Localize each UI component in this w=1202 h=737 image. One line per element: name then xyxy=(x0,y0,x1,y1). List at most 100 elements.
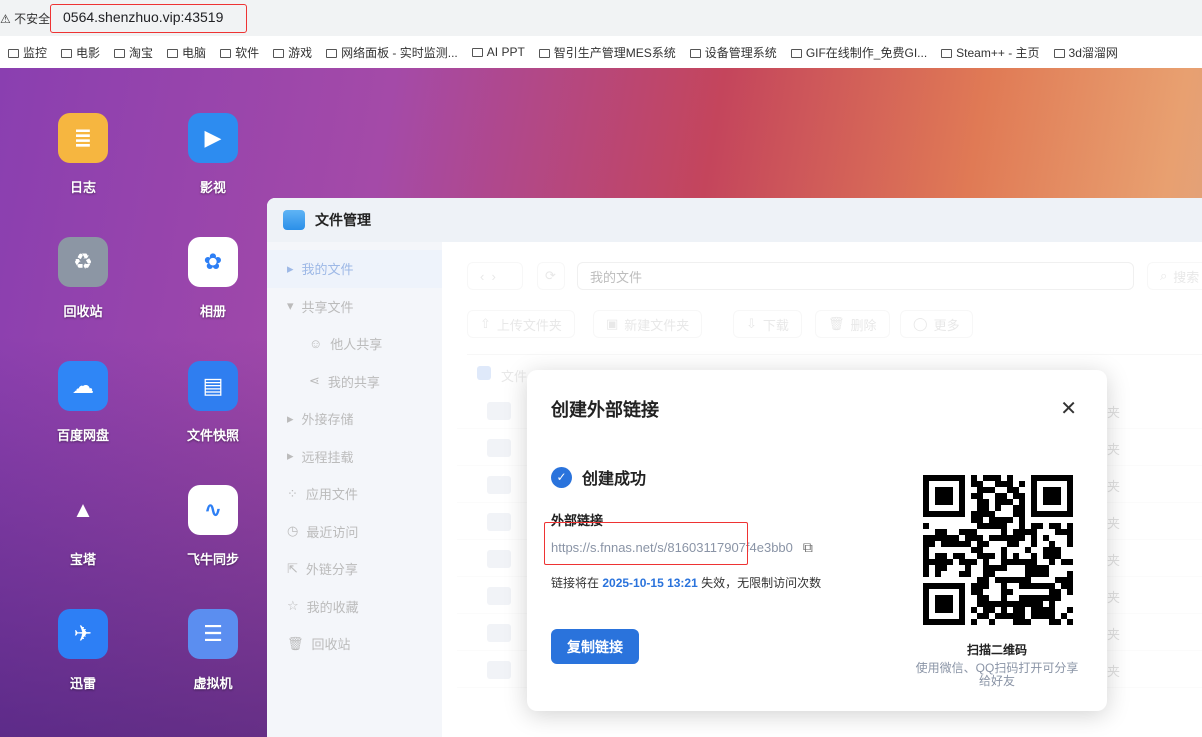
sidebar-label: 应用文件 xyxy=(305,487,358,503)
desktop-app[interactable]: ≣ 日志 xyxy=(43,113,123,196)
app-icon: ▲ xyxy=(72,497,94,522)
folder-icon xyxy=(8,48,19,58)
sidebar-item[interactable]: ▸ 我的文件 xyxy=(267,250,442,288)
folder-icon xyxy=(114,48,126,58)
app-label: 迅雷 xyxy=(69,676,96,691)
desktop-app[interactable]: ▶ 影视 xyxy=(173,113,253,196)
site-icon xyxy=(538,48,550,58)
bookmark-item[interactable]: 监控 xyxy=(8,44,47,61)
bookmark-label: 游戏 xyxy=(288,45,313,60)
site-icon xyxy=(689,48,701,58)
app-icon: ≣ xyxy=(58,113,108,163)
sidebar-item[interactable]: ▸ 远程挂载 xyxy=(267,438,442,476)
bookmark-item[interactable]: Steam++ - 主页 xyxy=(941,44,1040,61)
sidebar-label: 我的共享 xyxy=(327,374,380,390)
sidebar-icon: ⁘ xyxy=(287,485,298,501)
copy-icon[interactable]: ⧉ xyxy=(803,539,813,556)
desktop-app[interactable]: ☰ 虚拟机 xyxy=(173,609,253,692)
sidebar-label: 回收站 xyxy=(311,637,351,653)
desktop-app[interactable]: ☁ 百度网盘 xyxy=(43,361,123,444)
bookmark-item[interactable]: AI PPT xyxy=(471,45,525,59)
sidebar-label: 我的收藏 xyxy=(306,599,359,615)
bookmark-item[interactable]: 电脑 xyxy=(167,44,206,61)
bookmark-item[interactable]: 设备管理系统 xyxy=(689,44,777,61)
sidebar-icon: ⋖ xyxy=(309,373,320,389)
check-circle-icon: ✓ xyxy=(551,466,572,488)
insecure-indicator[interactable]: ⚠ 不安全 xyxy=(0,10,50,27)
app-icon: ☁ xyxy=(58,361,108,411)
app-label: 文件快照 xyxy=(186,428,239,443)
app-icon: ✿ xyxy=(188,237,238,287)
sidebar-icon: ☺ xyxy=(309,336,323,352)
qr-description: 使用微信、QQ扫码打开可分享给好友 xyxy=(915,661,1079,688)
close-icon[interactable]: ✕ xyxy=(1060,396,1077,421)
sidebar-item[interactable]: ⁘ 应用文件 xyxy=(267,475,442,513)
sidebar-item[interactable]: ⇱ 外链分享 xyxy=(267,550,442,588)
expire-text: 链接将在 2025-10-15 13:21 失效，无限制访问次数 xyxy=(551,574,821,591)
sidebar-label: 共享文件 xyxy=(301,299,354,315)
expire-prefix: 链接将在 xyxy=(551,576,600,590)
bookmark-label: 设备管理系统 xyxy=(704,45,777,60)
bookmark-label: 监控 xyxy=(23,45,48,60)
desktop-app[interactable]: ✿ 相册 xyxy=(173,237,253,320)
app-label: 回收站 xyxy=(63,304,103,319)
site-icon xyxy=(471,48,483,57)
success-text: 创建成功 xyxy=(582,471,647,488)
create-link-dialog: 创建外部链接 ✕ ✓ 创建成功 外部链接 https://s.fnnas.net/… xyxy=(527,370,1107,711)
bookmark-item[interactable]: 智引生产管理MES系统 xyxy=(538,44,676,61)
desktop-app[interactable]: ▲ 宝塔 xyxy=(43,485,123,568)
desktop-app[interactable]: ▤ 文件快照 xyxy=(173,361,253,444)
app-label: 日志 xyxy=(69,180,96,195)
sidebar-item[interactable]: ◷ 最近访问 xyxy=(267,513,442,551)
sidebar-icon: 🗑 xyxy=(287,635,304,651)
bookmark-item[interactable]: 电影 xyxy=(61,44,100,61)
sidebar-label: 我的文件 xyxy=(301,262,354,278)
bookmark-label: AI PPT xyxy=(486,45,525,59)
folder-icon xyxy=(220,48,232,58)
sidebar-item[interactable]: ☺ 他人共享 xyxy=(267,325,442,363)
bookmarks-bar: 监控 电影 淘宝 电脑 软件 游戏 网络面板 - 实时监测... AI PPT 智引生产管理ME… xyxy=(0,36,1202,68)
sidebar-item[interactable]: ▾ 共享文件 xyxy=(267,288,442,326)
folder-icon xyxy=(61,48,73,58)
bookmark-label: 软件 xyxy=(235,45,260,60)
bookmark-item[interactable]: 3d溜溜网 xyxy=(1053,44,1118,61)
desktop-app[interactable]: ✈ 迅雷 xyxy=(43,609,123,692)
expire-time: 2025-10-15 13:21 xyxy=(602,576,698,590)
window-titlebar[interactable]: 文件管理 xyxy=(267,198,1202,242)
sidebar: ▸ 我的文件 ▾ 共享文件 ☺ 他人共享 ⋖ 我的共享 ▸ 外接存储 ▸ 远程挂载 ⁘ 应用文件 ◷ 最近访问… xyxy=(267,242,442,737)
window-title: 文件管理 xyxy=(315,212,371,228)
sidebar-item[interactable]: ☆ 我的收藏 xyxy=(267,588,442,626)
sidebar-item[interactable]: 🗑 回收站 xyxy=(267,625,442,663)
site-icon xyxy=(790,48,802,58)
bookmark-label: 电脑 xyxy=(182,45,207,60)
app-label: 相册 xyxy=(199,304,226,319)
bookmark-label: 网络面板 - 实时监测... xyxy=(341,45,458,60)
folder-app-icon xyxy=(283,210,305,230)
app-icon: ♻ xyxy=(58,237,108,287)
sidebar-item[interactable]: ⋖ 我的共享 xyxy=(267,363,442,401)
bookmark-item[interactable]: 淘宝 xyxy=(114,44,153,61)
bookmark-label: 智引生产管理MES系统 xyxy=(553,45,676,60)
address-bar: ⚠ 不安全 0564.shenzhuo.vip:43519 xyxy=(0,0,1202,36)
sidebar-icon: ▸ xyxy=(287,448,294,464)
copy-link-button[interactable]: 复制链接 xyxy=(551,629,639,664)
sidebar-label: 最近访问 xyxy=(306,524,359,540)
path-input[interactable]: 我的文件 xyxy=(577,262,1134,290)
bookmark-item[interactable]: 游戏 xyxy=(273,44,312,61)
bookmark-item[interactable]: 软件 xyxy=(220,44,259,61)
url-input[interactable]: 0564.shenzhuo.vip:43519 xyxy=(50,4,247,33)
app-icon: ✈ xyxy=(58,609,108,659)
highlight-box xyxy=(544,522,748,565)
sidebar-item[interactable]: ▸ 外接存储 xyxy=(267,400,442,438)
bookmark-item[interactable]: 网络面板 - 实时监测... xyxy=(326,44,458,61)
bookmark-label: GIF在线制作_免费GI... xyxy=(805,45,928,60)
sidebar-icon: ◷ xyxy=(287,523,299,539)
site-icon xyxy=(1053,48,1065,58)
folder-icon xyxy=(167,48,179,58)
bookmark-item[interactable]: GIF在线制作_免费GI... xyxy=(790,44,928,61)
desktop-app[interactable]: ∿ 飞牛同步 xyxy=(173,485,253,568)
app-label: 百度网盘 xyxy=(56,428,109,443)
bookmark-label: 淘宝 xyxy=(129,45,154,60)
sidebar-icon: ▾ xyxy=(287,298,294,314)
desktop-app[interactable]: ♻ 回收站 xyxy=(43,237,123,320)
